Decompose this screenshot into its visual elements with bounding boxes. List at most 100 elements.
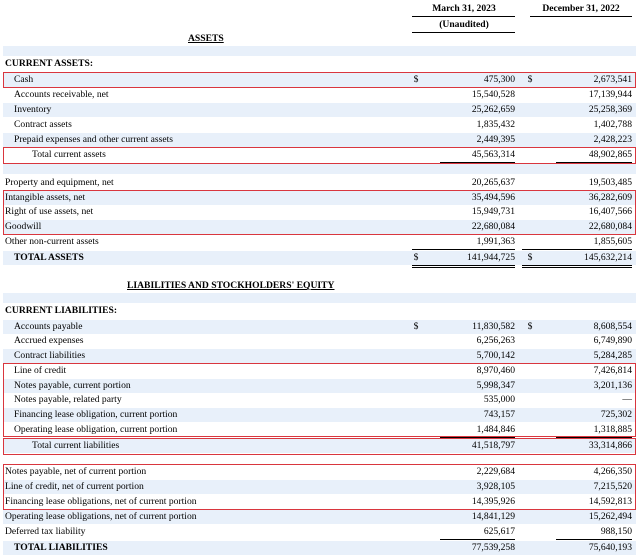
value-2023: 41,518,797 bbox=[471, 440, 515, 451]
table-row: Financing lease obligations, net of curr… bbox=[3, 495, 636, 509]
subtotal-rule bbox=[440, 539, 515, 540]
table-row: Notes payable, net of current portion 2,… bbox=[3, 465, 636, 479]
value-2023: 3,928,105 bbox=[476, 481, 515, 492]
row-label: Contract liabilities bbox=[14, 350, 86, 361]
value-2023: 1,991,363 bbox=[476, 236, 515, 247]
value-2023: 15,540,528 bbox=[471, 89, 515, 100]
shade-band bbox=[3, 46, 636, 56]
value-2022: 1,855,605 bbox=[593, 236, 632, 247]
value-2022: 48,902,865 bbox=[588, 149, 632, 160]
value-2022: 25,258,369 bbox=[588, 104, 632, 115]
value-2022: 2,673,541 bbox=[593, 74, 632, 85]
table-row: Inventory 25,262,659 25,258,369 bbox=[3, 103, 636, 117]
value-2023: 1,835,432 bbox=[476, 119, 515, 130]
table-row: Financing lease obligation, current port… bbox=[3, 408, 636, 422]
table-row: Accrued expenses 6,256,263 6,749,890 bbox=[3, 334, 636, 348]
table-row: Accounts receivable, net 15,540,528 17,1… bbox=[3, 88, 636, 102]
table-row: Operating lease obligations, net of curr… bbox=[3, 510, 636, 524]
table-row: Operating lease obligation, current port… bbox=[3, 423, 636, 437]
value-2023: 5,998,347 bbox=[476, 380, 515, 391]
subtotal-rule bbox=[556, 437, 632, 438]
value-2023: 14,841,129 bbox=[471, 511, 515, 522]
current-liabilities-heading-row: CURRENT LIABILITIES: bbox=[3, 304, 636, 318]
value-2022: 6,749,890 bbox=[593, 335, 632, 346]
col1-header-rule-bottom bbox=[412, 32, 515, 33]
value-2022: 1,402,788 bbox=[593, 119, 632, 130]
table-row-total-assets: TOTAL ASSETS $ 141,944,725 $ 145,632,214 bbox=[3, 251, 636, 265]
row-label: Operating lease obligation, current port… bbox=[14, 424, 178, 435]
subtotal-rule bbox=[522, 249, 632, 250]
current-liabilities-heading: CURRENT LIABILITIES: bbox=[5, 305, 118, 316]
value-2022: 145,632,214 bbox=[584, 252, 632, 263]
subtotal-rule bbox=[556, 454, 632, 455]
subtotal-rule bbox=[440, 437, 515, 438]
table-row: Notes payable, related party 535,000 — bbox=[3, 393, 636, 407]
value-2023: 743,157 bbox=[483, 409, 515, 420]
value-2022: 2,428,223 bbox=[593, 134, 632, 145]
table-row: Total current assets 45,563,314 48,902,8… bbox=[3, 148, 636, 162]
shade-band bbox=[3, 293, 636, 303]
value-2022: 7,215,520 bbox=[593, 481, 632, 492]
row-label: Notes payable, net of current portion bbox=[5, 466, 147, 477]
row-label: Deferred tax liability bbox=[5, 526, 86, 537]
value-2022: 33,314,866 bbox=[588, 440, 632, 451]
table-row: Intangible assets, net 35,494,596 36,282… bbox=[3, 191, 636, 205]
table-row: Notes payable, current portion 5,998,347… bbox=[3, 379, 636, 393]
value-2022: 1,318,885 bbox=[593, 424, 632, 435]
value-2022: 36,282,609 bbox=[588, 192, 632, 203]
col2-header-rule bbox=[530, 16, 632, 17]
double-rule bbox=[522, 265, 632, 268]
value-2023: 45,563,314 bbox=[471, 149, 515, 160]
row-label: Financing lease obligations, net of curr… bbox=[5, 496, 197, 507]
value-2023: 1,484,846 bbox=[476, 424, 515, 435]
value-2022: 19,503,485 bbox=[588, 177, 632, 188]
table-row: Deferred tax liability 625,617 988,150 bbox=[3, 525, 636, 539]
assets-heading: ASSETS bbox=[188, 33, 224, 44]
shade-band bbox=[3, 164, 636, 174]
value-2022: 15,262,494 bbox=[588, 511, 632, 522]
value-2023: 35,494,596 bbox=[471, 192, 515, 203]
row-label: Inventory bbox=[14, 104, 52, 115]
row-label: Cash bbox=[14, 74, 34, 85]
row-label: Other non-current assets bbox=[5, 236, 99, 247]
dollar-sign: $ bbox=[527, 252, 533, 263]
dollar-sign: $ bbox=[527, 321, 533, 332]
row-label: Total current liabilities bbox=[32, 440, 120, 451]
value-2022: 75,640,193 bbox=[588, 542, 632, 553]
value-2023: 5,700,142 bbox=[476, 350, 515, 361]
value-2023: 6,256,263 bbox=[476, 335, 515, 346]
table-row: Right of use assets, net 15,949,731 16,4… bbox=[3, 205, 636, 219]
value-2023: 20,265,637 bbox=[471, 177, 515, 188]
value-2023: 141,944,725 bbox=[467, 252, 515, 263]
double-rule bbox=[412, 265, 515, 268]
value-2023: 475,300 bbox=[483, 74, 515, 85]
value-2022: 5,284,285 bbox=[593, 350, 632, 361]
table-row: Contract assets 1,835,432 1,402,788 bbox=[3, 118, 636, 132]
row-label: Goodwill bbox=[5, 221, 42, 232]
row-label: Notes payable, related party bbox=[14, 394, 122, 405]
value-2023: 15,949,731 bbox=[471, 206, 515, 217]
row-label: Prepaid expenses and other current asset… bbox=[14, 134, 174, 145]
row-label: Financing lease obligation, current port… bbox=[14, 409, 178, 420]
dollar-sign: $ bbox=[413, 321, 419, 332]
value-2023: 535,000 bbox=[483, 394, 515, 405]
table-row: Total current liabilities 41,518,797 33,… bbox=[3, 439, 636, 453]
value-2023: 11,830,582 bbox=[472, 321, 515, 332]
row-label: Line of credit bbox=[14, 365, 67, 376]
value-2022: — bbox=[622, 394, 632, 405]
value-2023: 2,229,684 bbox=[476, 466, 515, 477]
row-label: Intangible assets, net bbox=[5, 192, 86, 203]
subtotal-rule bbox=[412, 249, 515, 250]
current-assets-heading-row: CURRENT ASSETS: bbox=[3, 57, 636, 71]
value-2023: 77,539,258 bbox=[471, 542, 515, 553]
row-label: Notes payable, current portion bbox=[14, 380, 131, 391]
row-label: Right of use assets, net bbox=[5, 206, 94, 217]
current-assets-heading: CURRENT ASSETS: bbox=[5, 58, 94, 69]
row-label: Property and equipment, net bbox=[5, 177, 114, 188]
value-2022: 17,139,944 bbox=[588, 89, 632, 100]
subtotal-rule bbox=[440, 162, 515, 163]
table-row: Other non-current assets 1,991,363 1,855… bbox=[3, 235, 636, 249]
value-2023: 2,449,395 bbox=[476, 134, 515, 145]
table-row: Goodwill 22,680,084 22,680,084 bbox=[3, 220, 636, 234]
row-label: Contract assets bbox=[14, 119, 72, 130]
